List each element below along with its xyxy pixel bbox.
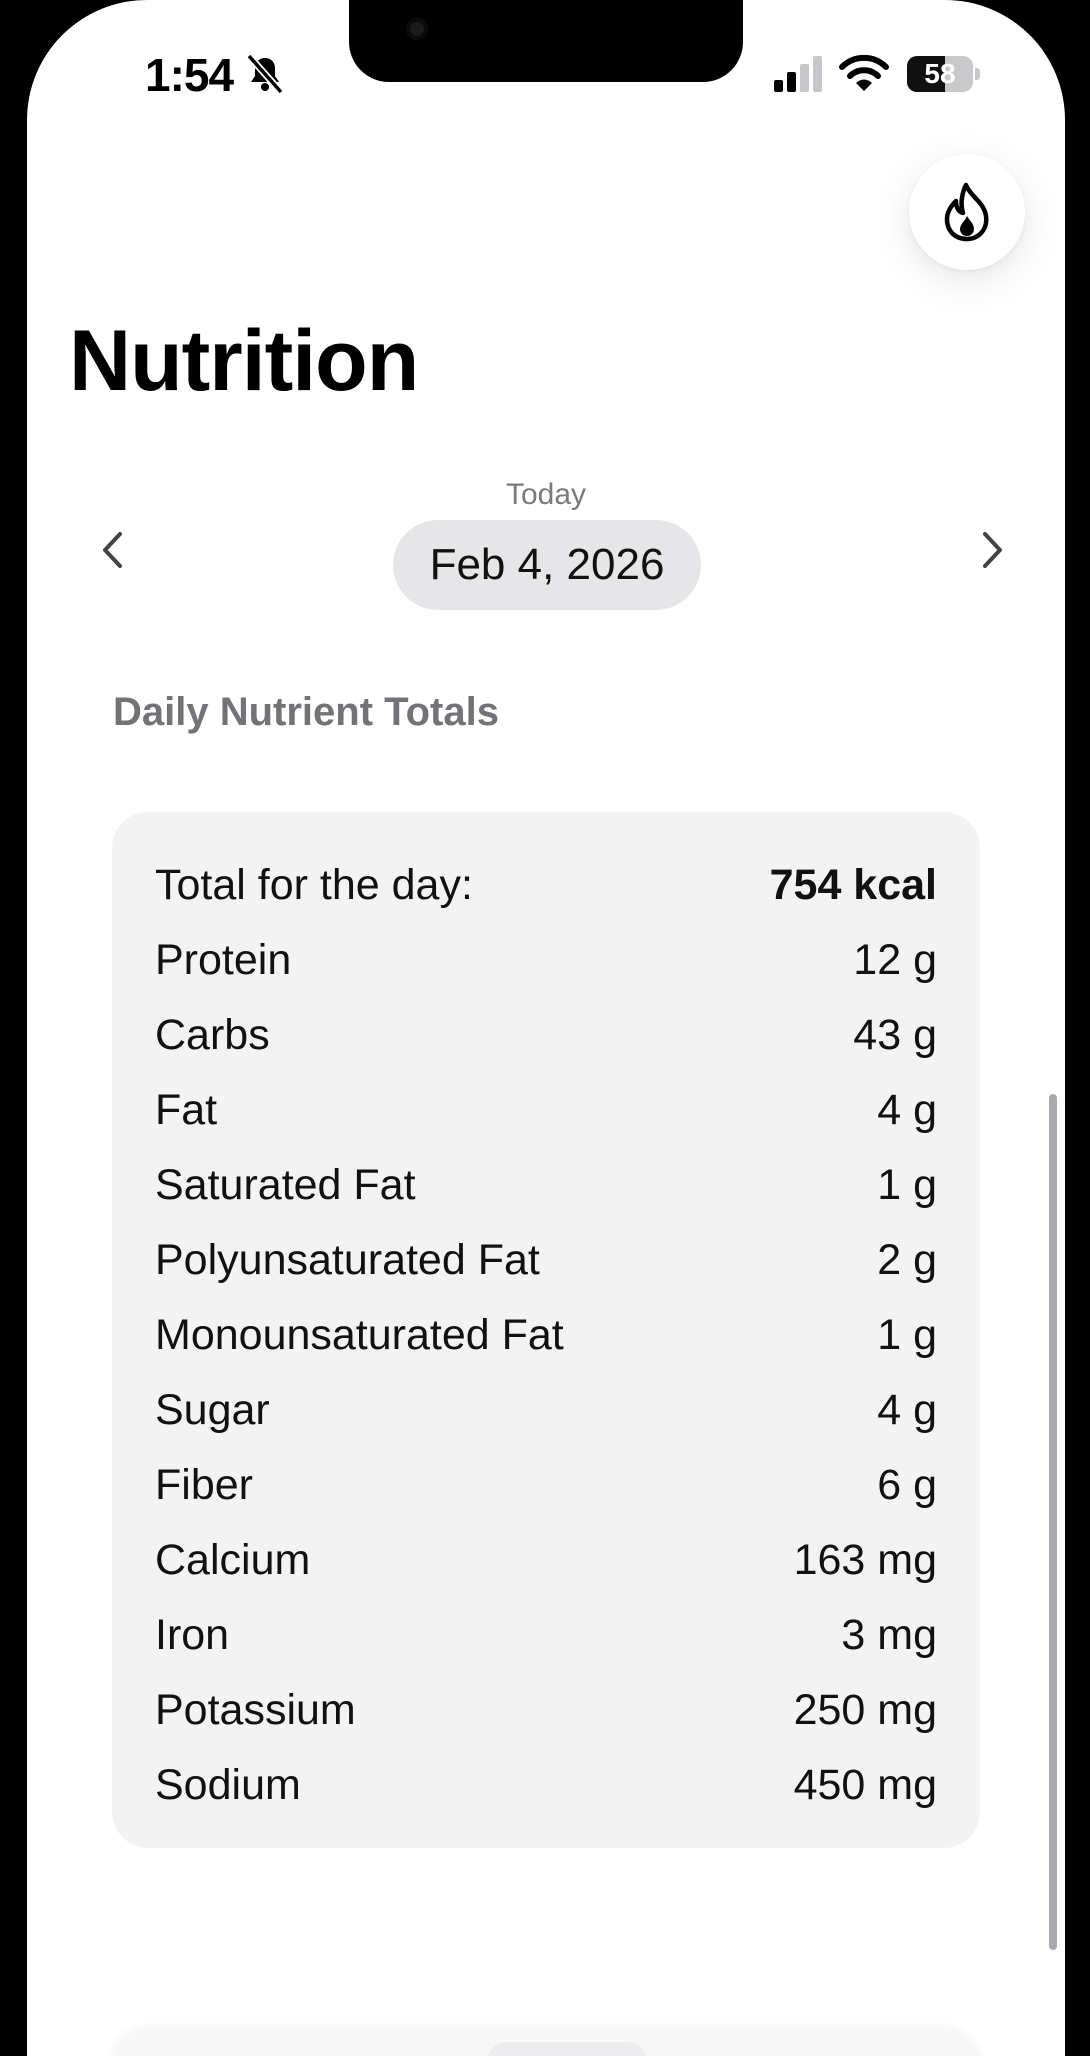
section-heading: Daily Nutrient Totals (113, 690, 499, 734)
next-day-button[interactable] (961, 520, 1021, 580)
row-value: 754 kcal (769, 861, 937, 909)
phone-frame: 1:54 58 Nutrition Today Feb 4, 2026 Dail… (0, 0, 1090, 2056)
total-calories-row: Total for the day: 754 kcal (155, 848, 937, 923)
status-time: 1:54 (145, 49, 234, 101)
row-label: Sodium (155, 1761, 301, 1809)
date-picker-button[interactable]: Feb 4, 2026 (393, 520, 701, 610)
chevron-right-icon (983, 532, 1002, 568)
nutrient-row-carbs: Carbs 43 g (155, 998, 937, 1073)
row-label: Fiber (155, 1461, 253, 1509)
nutrient-row-polyunsaturated-fat: Polyunsaturated Fat 2 g (155, 1223, 937, 1298)
previous-day-button[interactable] (84, 520, 144, 580)
nutrient-totals-card: Total for the day: 754 kcal Protein 12 g… (112, 812, 980, 1848)
row-label: Saturated Fat (155, 1161, 416, 1209)
row-value: 450 mg (793, 1761, 937, 1809)
row-value: 4 g (877, 1086, 937, 1134)
row-label: Calcium (155, 1536, 311, 1584)
chevron-left-icon (103, 532, 122, 568)
row-value: 3 mg (841, 1611, 937, 1659)
streak-button[interactable] (909, 154, 1025, 270)
row-label: Protein (155, 936, 292, 984)
row-label: Fat (155, 1086, 218, 1134)
nutrient-row-protein: Protein 12 g (155, 923, 937, 998)
flame-icon (944, 182, 989, 242)
row-value: 6 g (877, 1461, 937, 1509)
battery-indicator: 58 (907, 56, 981, 92)
bell-slash-icon (246, 53, 284, 95)
wifi-icon (839, 54, 889, 91)
row-value: 1 g (877, 1311, 937, 1359)
nutrient-row-fat: Fat 4 g (155, 1073, 937, 1148)
nutrient-row-saturated-fat: Saturated Fat 1 g (155, 1148, 937, 1223)
battery-level-text: 58 (924, 58, 956, 89)
row-label: Sugar (155, 1386, 270, 1434)
notch (349, 0, 743, 82)
nutrient-row-monounsaturated-fat: Monounsaturated Fat 1 g (155, 1298, 937, 1373)
date-caption: Today (505, 478, 587, 511)
nutrient-row-sodium: Sodium 450 mg (155, 1748, 937, 1823)
nutrient-row-potassium: Potassium 250 mg (155, 1673, 937, 1748)
nutrient-row-sugar: Sugar 4 g (155, 1373, 937, 1448)
page-title: Nutrition (69, 313, 419, 409)
vertical-scrollbar[interactable] (1049, 1094, 1057, 1950)
cellular-signal-icon (774, 56, 822, 92)
row-label: Total for the day: (155, 861, 473, 909)
row-label: Iron (155, 1611, 230, 1659)
row-value: 43 g (853, 1011, 937, 1059)
nutrient-row-fiber: Fiber 6 g (155, 1448, 937, 1523)
row-label: Polyunsaturated Fat (155, 1236, 540, 1284)
row-value: 1 g (877, 1161, 937, 1209)
row-value: 4 g (877, 1386, 937, 1434)
front-camera (406, 18, 428, 40)
app-screen: 1:54 58 Nutrition Today Feb 4, 2026 Dail… (27, 0, 1065, 2056)
row-value: 163 mg (793, 1536, 937, 1584)
next-section-control (487, 2042, 647, 2056)
row-label: Potassium (155, 1686, 356, 1734)
row-value: 250 mg (793, 1686, 937, 1734)
row-label: Monounsaturated Fat (155, 1311, 564, 1359)
nutrient-row-calcium: Calcium 163 mg (155, 1523, 937, 1598)
row-value: 12 g (853, 936, 937, 984)
row-value: 2 g (877, 1236, 937, 1284)
nutrient-row-iron: Iron 3 mg (155, 1598, 937, 1673)
row-label: Carbs (155, 1011, 270, 1059)
